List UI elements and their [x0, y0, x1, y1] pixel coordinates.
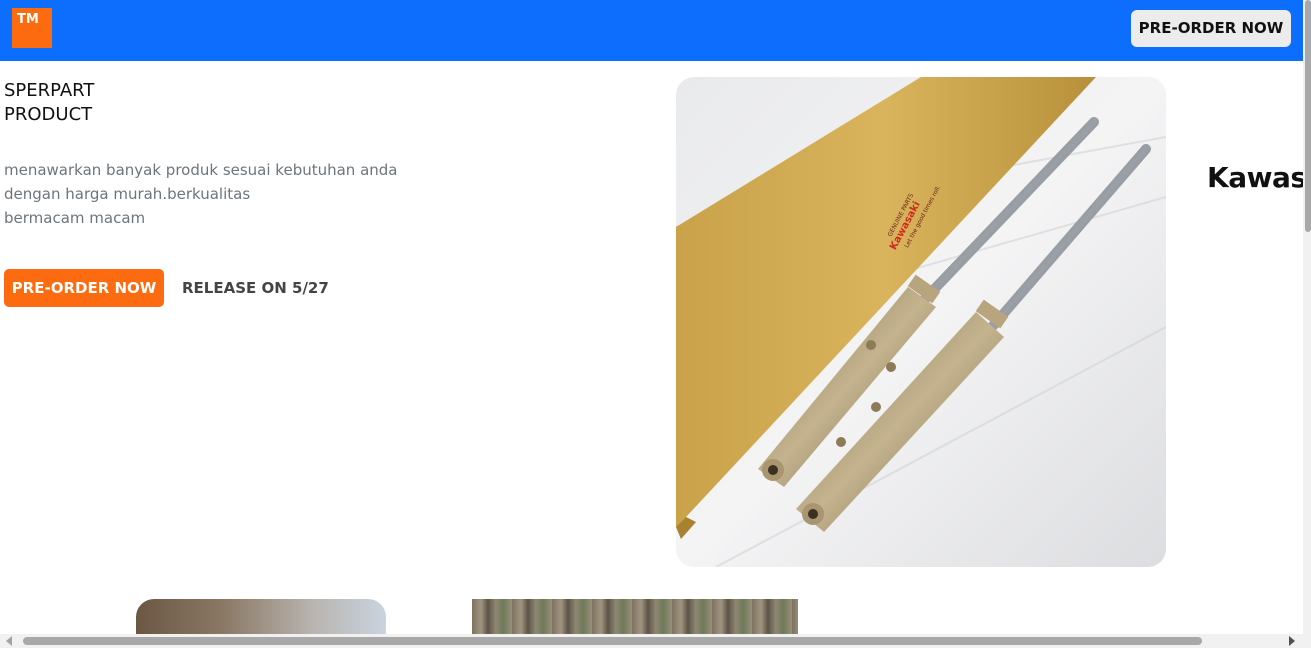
release-date-text: RELEASE ON 5/27 — [182, 279, 329, 297]
preorder-button[interactable]: PRE-ORDER NOW — [4, 269, 164, 307]
hero-description: menawarkan banyak produk sesuai kebutuha… — [4, 161, 398, 227]
kawasaki-brand-logo: Kawasaki — [1201, 160, 1303, 194]
brand-logo-text: TM — [17, 12, 39, 27]
front-fork-product-photo: GENUINE PARTS Kawasaki Let the good time… — [676, 77, 1166, 567]
brand-name-text: Kawasaki — [1207, 160, 1303, 194]
scroll-left-arrow-icon[interactable] — [6, 636, 12, 646]
page-title: SPERPART PRODUCT — [4, 80, 95, 125]
horizontal-scrollbar-thumb[interactable] — [23, 637, 1202, 645]
scroll-right-arrow-icon[interactable] — [1289, 636, 1295, 646]
hero-product-image: GENUINE PARTS Kawasaki Let the good time… — [676, 77, 1166, 567]
brand-logo[interactable]: TM — [12, 8, 52, 48]
product-thumbnail-2[interactable] — [472, 599, 798, 635]
top-navbar: TM PRE-ORDER NOW — [0, 0, 1303, 61]
product-thumbnail-1[interactable] — [136, 599, 386, 635]
vertical-scrollbar-thumb[interactable] — [1305, 0, 1311, 232]
header-preorder-button[interactable]: PRE-ORDER NOW — [1131, 10, 1291, 47]
